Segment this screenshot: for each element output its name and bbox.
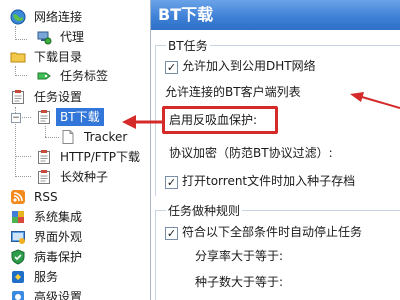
annotation-arrows (122, 92, 400, 129)
arrow-left-annotation (122, 115, 162, 129)
arrow-diagonal-annotation (350, 92, 400, 109)
